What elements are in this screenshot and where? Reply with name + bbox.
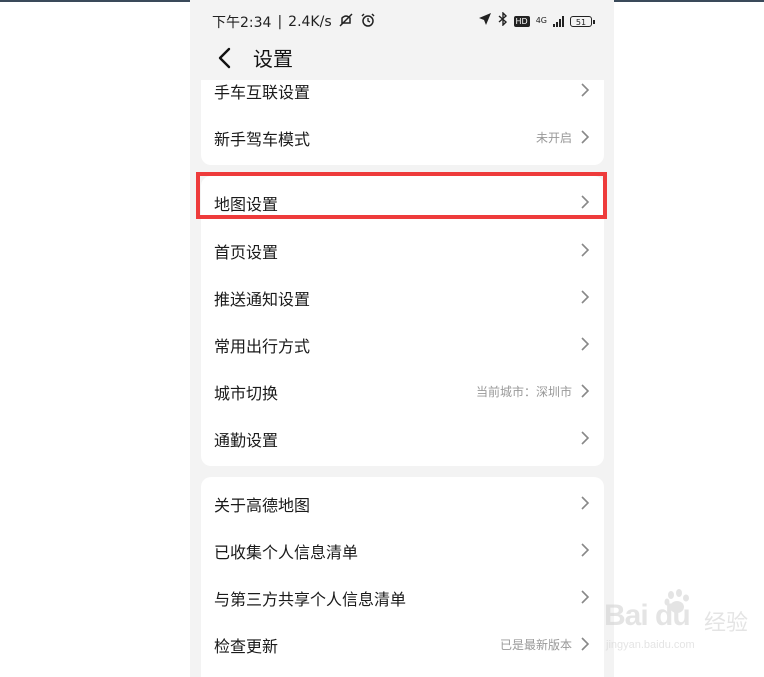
page-title: 设置 bbox=[253, 47, 293, 71]
network-type: 4G bbox=[535, 16, 547, 25]
row-value: 当前城市：深圳市 bbox=[475, 385, 572, 399]
status-divider: | bbox=[277, 14, 283, 30]
chevron-right-icon bbox=[581, 590, 590, 604]
row-value: 未开启 bbox=[535, 131, 572, 145]
watermark-brand: Bai du bbox=[604, 599, 691, 632]
row-map-settings[interactable]: 地图设置 bbox=[201, 178, 604, 225]
row-label: 关于高德地图 bbox=[214, 496, 311, 515]
watermark-url: jingyan.baidu.com bbox=[606, 639, 695, 651]
chevron-right-icon bbox=[581, 431, 590, 445]
row-label: 城市切换 bbox=[214, 384, 279, 403]
settings-group-main: 地图设置 首页设置 推送通知设置 常用出行方式 城市切换 当前城市：深圳市 通勤… bbox=[201, 176, 604, 466]
row-label: 与第三方共享个人信息清单 bbox=[214, 590, 407, 609]
row-label: 新手驾车模式 bbox=[214, 130, 311, 149]
chevron-right-icon bbox=[581, 384, 590, 398]
status-time: 下午2:34 bbox=[212, 15, 272, 31]
paw-logo-icon bbox=[664, 589, 689, 613]
chevron-right-icon bbox=[581, 543, 590, 557]
mute-icon bbox=[338, 12, 354, 32]
chevron-right-icon bbox=[581, 290, 590, 304]
chevron-right-icon bbox=[581, 337, 590, 351]
row-label: 通勤设置 bbox=[214, 431, 279, 450]
battery-level: 51 bbox=[575, 17, 587, 27]
chevron-right-icon bbox=[581, 243, 590, 257]
row-city-switch[interactable]: 城市切换 当前城市：深圳市 bbox=[201, 367, 604, 414]
status-net-speed: 2.4K/s bbox=[288, 14, 332, 30]
row-check-update[interactable]: 检查更新 已是最新版本 bbox=[201, 620, 604, 667]
settings-group-about: 关于高德地图 已收集个人信息清单 与第三方共享个人信息清单 检查更新 已是最新版… bbox=[201, 477, 604, 677]
row-push-settings[interactable]: 推送通知设置 bbox=[201, 273, 604, 320]
location-icon bbox=[478, 12, 492, 30]
hd-icon: HD bbox=[513, 15, 530, 27]
row-travel-mode[interactable]: 常用出行方式 bbox=[201, 320, 604, 367]
row-label: 已收集个人信息清单 bbox=[214, 543, 359, 562]
row-commute-settings[interactable]: 通勤设置 bbox=[201, 414, 604, 461]
row-label: 地图设置 bbox=[214, 195, 279, 214]
row-value: 已是最新版本 bbox=[499, 638, 572, 652]
row-about-amap[interactable]: 关于高德地图 bbox=[201, 479, 604, 526]
row-collected-info[interactable]: 已收集个人信息清单 bbox=[201, 526, 604, 573]
row-novice-driving[interactable]: 新手驾车模式 未开启 bbox=[201, 113, 604, 160]
chevron-right-icon bbox=[581, 83, 590, 97]
row-label: 首页设置 bbox=[214, 243, 279, 262]
row-label: 手车互联设置 bbox=[214, 83, 311, 102]
back-arrow-icon[interactable] bbox=[214, 46, 238, 70]
alarm-icon bbox=[360, 12, 376, 32]
chevron-right-icon bbox=[581, 637, 590, 651]
row-label: 常用出行方式 bbox=[214, 337, 311, 356]
status-bar: 下午2:34 | 2.4K/s HD 4G 51 bbox=[190, 8, 614, 36]
watermark-brand-cn: 经验 bbox=[704, 611, 749, 636]
row-home-settings[interactable]: 首页设置 bbox=[201, 226, 604, 273]
chevron-right-icon bbox=[581, 496, 590, 510]
settings-group-top: 手车互联设置 新手驾车模式 未开启 bbox=[201, 66, 604, 165]
bluetooth-icon bbox=[498, 11, 508, 30]
row-label: 推送通知设置 bbox=[214, 290, 311, 309]
chevron-right-icon bbox=[581, 195, 590, 209]
row-shared-info[interactable]: 与第三方共享个人信息清单 bbox=[201, 573, 604, 620]
chevron-right-icon bbox=[581, 130, 590, 144]
battery-icon: 51 bbox=[570, 15, 595, 27]
phone-screen: 下午2:34 | 2.4K/s HD 4G 51 手车互联设置 新手驾车模式 未… bbox=[190, 0, 614, 677]
header-overlay: 设置 bbox=[190, 40, 614, 76]
signal-icon bbox=[553, 15, 564, 27]
row-label: 检查更新 bbox=[214, 637, 279, 656]
watermark: Bai du 经验 jingyan.baidu.com bbox=[604, 589, 754, 655]
